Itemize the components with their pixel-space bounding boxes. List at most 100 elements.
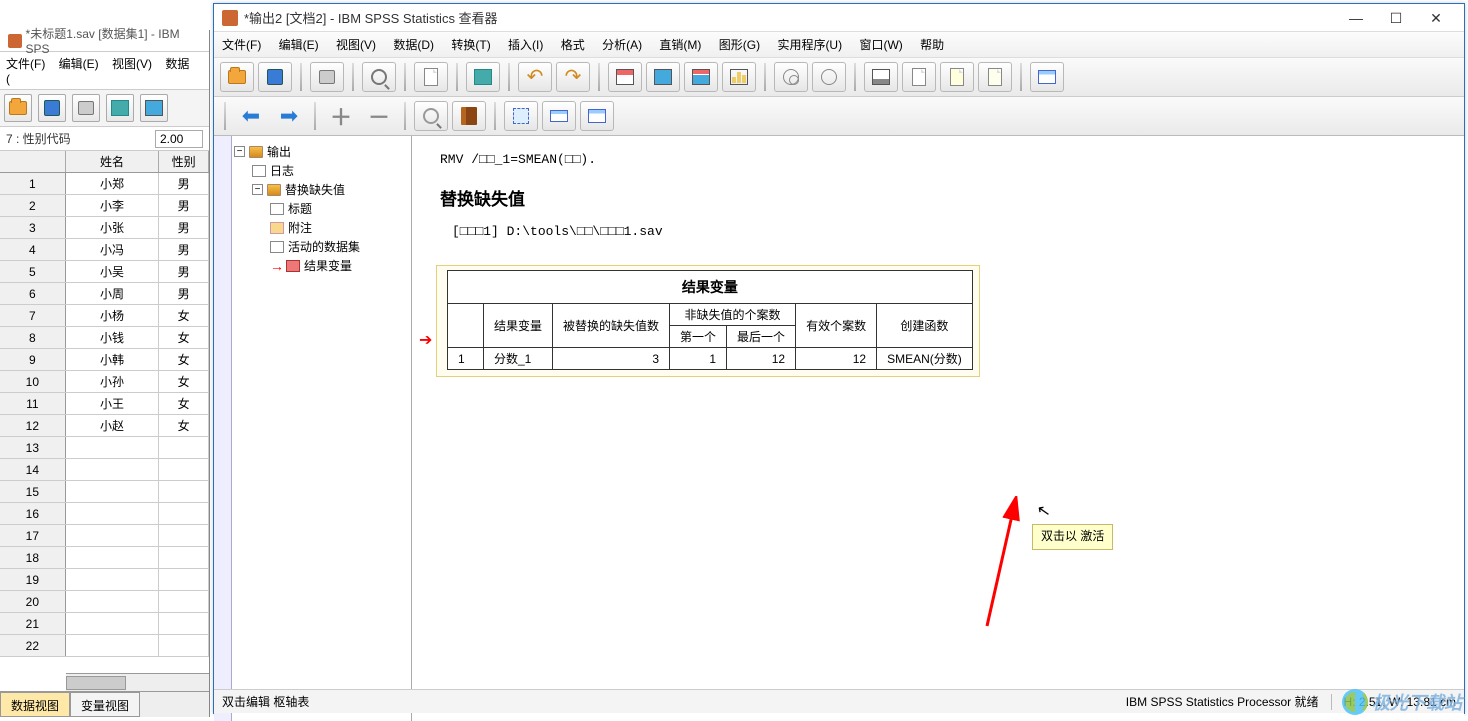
table-row[interactable]: 4小冯男 [0, 239, 209, 261]
rownum[interactable]: 3 [0, 217, 66, 238]
cell-name[interactable] [66, 459, 160, 480]
cell-name[interactable] [66, 437, 160, 458]
back-icon[interactable]: ⬅ [234, 101, 268, 131]
menu-edit[interactable]: 编辑(E) [59, 57, 99, 71]
rownum[interactable]: 5 [0, 261, 66, 282]
cell-name[interactable]: 小郑 [66, 173, 160, 194]
cell-name[interactable]: 小韩 [66, 349, 160, 370]
tree-root[interactable]: − 输出 [234, 142, 409, 161]
table-row[interactable]: 6小周男 [0, 283, 209, 305]
rownum[interactable]: 21 [0, 613, 66, 634]
new-heading-icon[interactable] [940, 62, 974, 92]
rownum[interactable]: 10 [0, 371, 66, 392]
cell-sex[interactable]: 女 [159, 327, 209, 348]
save-icon[interactable] [258, 62, 292, 92]
rownum[interactable]: 8 [0, 327, 66, 348]
reorder-icon[interactable] [140, 94, 168, 122]
menu-view[interactable]: 视图(V) [112, 57, 152, 71]
result-variable-table[interactable]: 结果变量 结果变量 被替换的缺失值数 非缺失值的个案数 有效个案数 创建函数 第… [447, 270, 973, 370]
cell-name[interactable]: 小李 [66, 195, 160, 216]
tree-replace-missing[interactable]: − 替换缺失值 [234, 180, 409, 199]
outline-tree[interactable]: − 输出 日志 − 替换缺失值 标题 附注 [232, 136, 412, 721]
insert-icon[interactable] [542, 101, 576, 131]
table-row[interactable]: 16 [0, 503, 209, 525]
tree-result-variable[interactable]: → 结果变量 [234, 256, 409, 275]
tree-log[interactable]: 日志 [234, 161, 409, 180]
cell-sex[interactable] [159, 569, 209, 590]
menu-transform[interactable]: 转换(T) [451, 38, 490, 52]
table-row[interactable]: 20 [0, 591, 209, 613]
cell-sex[interactable] [159, 547, 209, 568]
menu-file[interactable]: 文件(F) [6, 57, 45, 71]
cell-name[interactable]: 小周 [66, 283, 160, 304]
cell-sex[interactable] [159, 613, 209, 634]
cell-name[interactable] [66, 635, 160, 656]
cell-name[interactable] [66, 481, 160, 502]
cell-sex[interactable]: 女 [159, 305, 209, 326]
cell-sex[interactable] [159, 503, 209, 524]
table-row[interactable]: 3小张男 [0, 217, 209, 239]
variables-icon[interactable] [722, 62, 756, 92]
cell-sex[interactable] [159, 591, 209, 612]
rownum[interactable]: 6 [0, 283, 66, 304]
cell-sex[interactable]: 男 [159, 173, 209, 194]
cell-sex[interactable]: 男 [159, 195, 209, 216]
rownum[interactable]: 22 [0, 635, 66, 656]
table-row[interactable]: 14 [0, 459, 209, 481]
scrollbar-thumb[interactable] [66, 676, 126, 690]
rownum[interactable]: 19 [0, 569, 66, 590]
insert2-icon[interactable] [580, 101, 614, 131]
minimize-button[interactable]: — [1336, 6, 1376, 30]
menu-file[interactable]: 文件(F) [222, 38, 261, 52]
use-sets-icon[interactable] [774, 62, 808, 92]
rownum[interactable]: 11 [0, 393, 66, 414]
menu-graphs[interactable]: 图形(G) [719, 38, 760, 52]
table-row[interactable]: 19 [0, 569, 209, 591]
table-row[interactable]: 15 [0, 481, 209, 503]
rownum[interactable]: 17 [0, 525, 66, 546]
print-icon[interactable] [310, 62, 344, 92]
show-hide-icon[interactable] [504, 101, 538, 131]
tab-data-view[interactable]: 数据视图 [0, 692, 70, 717]
rownum[interactable]: 20 [0, 591, 66, 612]
menu-insert[interactable]: 插入(I) [508, 38, 543, 52]
output-canvas[interactable]: RMV /□□_1=SMEAN(□□). 替换缺失值 [□□□1] D:\too… [412, 136, 1464, 721]
cell-name[interactable] [66, 547, 160, 568]
tree-title[interactable]: 标题 [234, 199, 409, 218]
cell-sex[interactable]: 女 [159, 349, 209, 370]
rownum[interactable]: 1 [0, 173, 66, 194]
table-row[interactable]: 8小钱女 [0, 327, 209, 349]
cell-sex[interactable] [159, 635, 209, 656]
rownum[interactable]: 4 [0, 239, 66, 260]
expand-icon[interactable] [452, 101, 486, 131]
menu-utilities[interactable]: 实用程序(U) [777, 38, 842, 52]
data-editor-menubar[interactable]: 文件(F) 编辑(E) 视图(V) 数据( [0, 52, 209, 90]
cell-name[interactable]: 小吴 [66, 261, 160, 282]
rownum[interactable]: 9 [0, 349, 66, 370]
horizontal-scrollbar[interactable] [66, 673, 209, 691]
open-icon[interactable] [220, 62, 254, 92]
cell-sex[interactable]: 男 [159, 283, 209, 304]
tab-variable-view[interactable]: 变量视图 [70, 692, 140, 717]
header-sex[interactable]: 性别 [159, 151, 209, 172]
menu-data[interactable]: 数据(D) [393, 38, 434, 52]
table-row[interactable]: 9小韩女 [0, 349, 209, 371]
rownum[interactable]: 13 [0, 437, 66, 458]
toggle-icon[interactable]: − [252, 184, 263, 195]
undo-icon[interactable] [518, 62, 552, 92]
cell-sex[interactable] [159, 525, 209, 546]
cell-sex[interactable]: 男 [159, 261, 209, 282]
cell-name[interactable]: 小孙 [66, 371, 160, 392]
cell-sex[interactable]: 男 [159, 217, 209, 238]
table-row[interactable]: 7小杨女 [0, 305, 209, 327]
redo-icon[interactable] [556, 62, 590, 92]
goto-case-icon[interactable] [646, 62, 680, 92]
promote-icon[interactable]: ＋ [324, 101, 358, 131]
new-title-icon[interactable] [978, 62, 1012, 92]
tree-active-dataset[interactable]: 活动的数据集 [234, 237, 409, 256]
table-row[interactable]: 17 [0, 525, 209, 547]
cell-name[interactable] [66, 503, 160, 524]
rownum[interactable]: 15 [0, 481, 66, 502]
rownum[interactable]: 18 [0, 547, 66, 568]
cell-name[interactable] [66, 613, 160, 634]
